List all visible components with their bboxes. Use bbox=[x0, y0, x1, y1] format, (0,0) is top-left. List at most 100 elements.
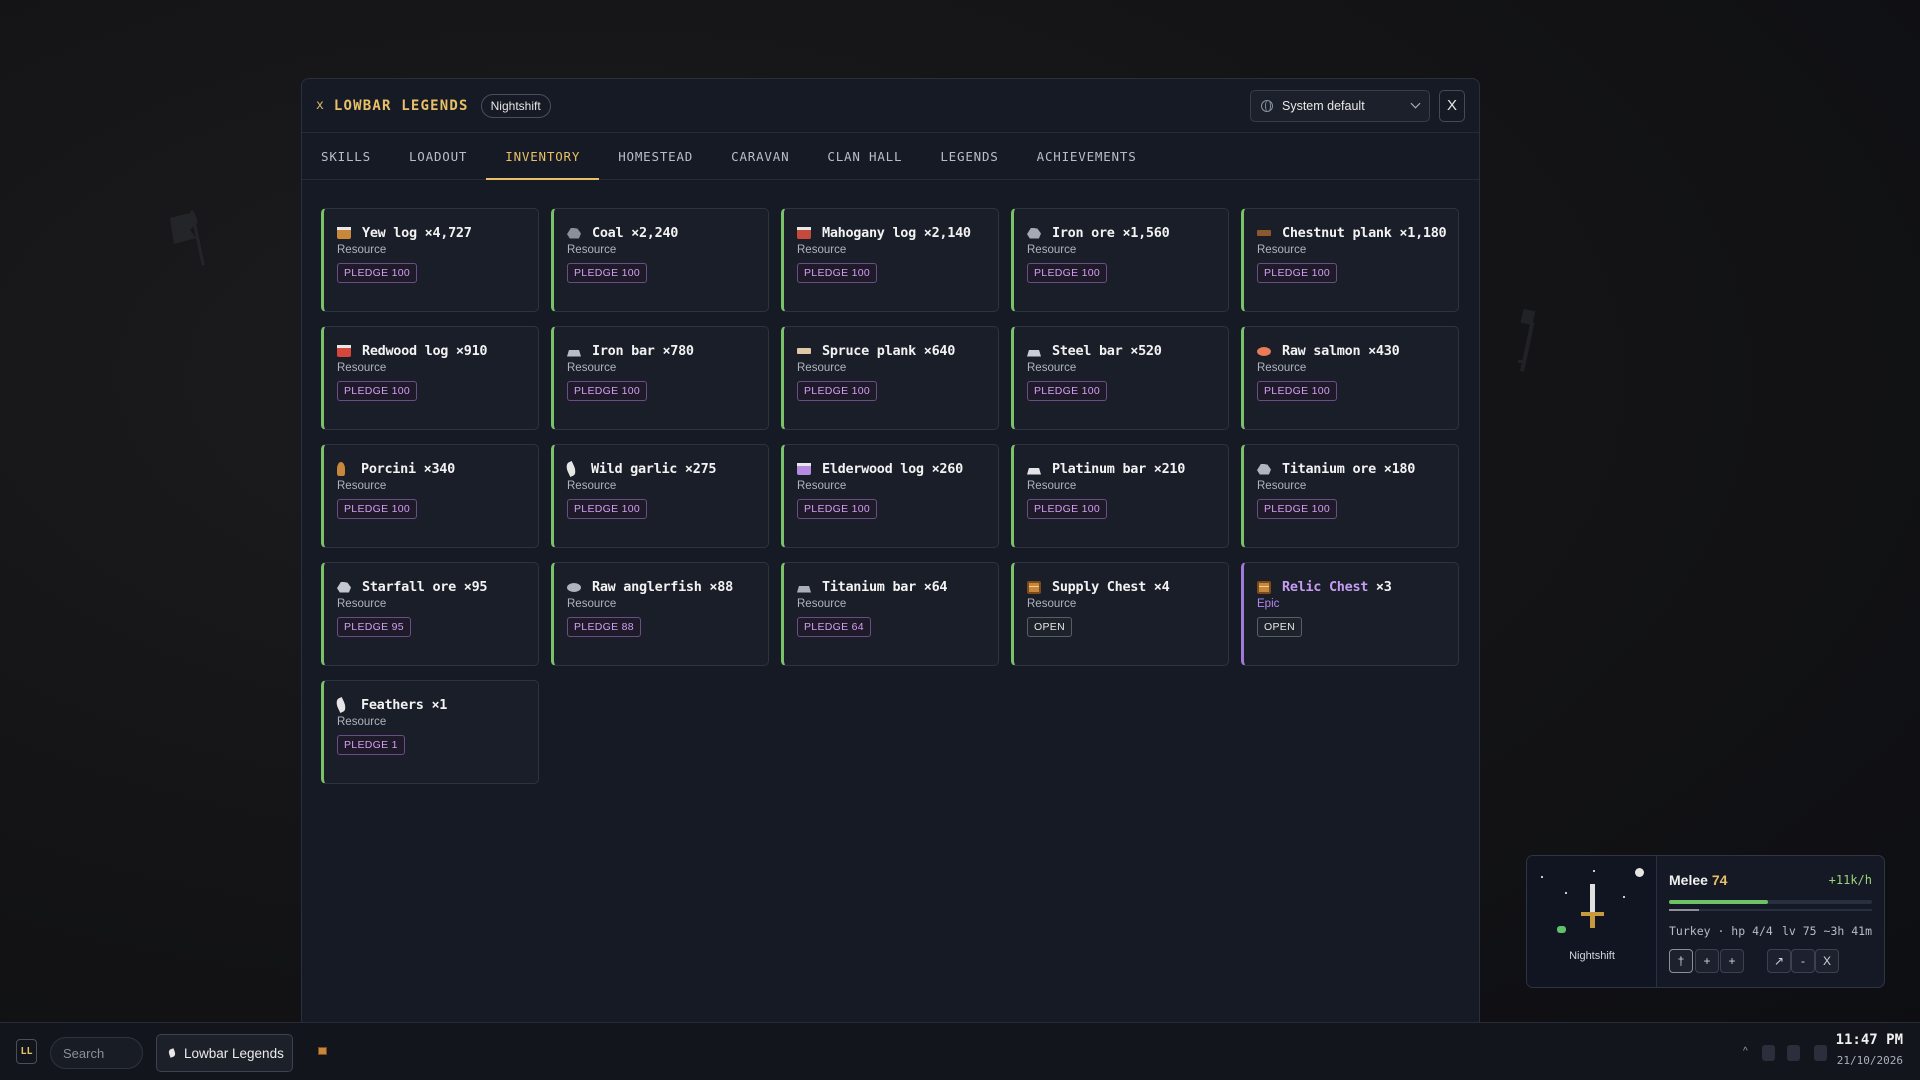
pledge-button[interactable]: PLEDGE 100 bbox=[337, 263, 418, 283]
pledge-button[interactable]: PLEDGE 95 bbox=[337, 617, 411, 637]
log-icon bbox=[797, 227, 811, 239]
tab-caravan[interactable]: CARAVAN bbox=[712, 133, 808, 179]
sword-tool-button[interactable]: † bbox=[1669, 949, 1693, 973]
pledge-button[interactable]: PLEDGE 100 bbox=[1027, 381, 1108, 401]
inventory-item-card[interactable]: Feathers ×1 Resource PLEDGE 1 bbox=[321, 680, 539, 784]
minimize-button[interactable]: - bbox=[1791, 949, 1815, 973]
bar-icon bbox=[797, 585, 811, 593]
tab-achievements[interactable]: ACHIEVEMENTS bbox=[1018, 133, 1156, 179]
inventory-item-card[interactable]: Supply Chest ×4 Resource OPEN bbox=[1011, 562, 1229, 666]
item-category: Resource bbox=[797, 362, 847, 374]
torn-flag-decoration bbox=[170, 210, 205, 266]
pledge-button[interactable]: PLEDGE 100 bbox=[1027, 499, 1108, 519]
star-icon bbox=[1541, 876, 1543, 878]
pledge-button[interactable]: PLEDGE 100 bbox=[1257, 263, 1338, 283]
inventory-item-card[interactable]: Mahogany log ×2,140 Resource PLEDGE 100 bbox=[781, 208, 999, 312]
pledge-button[interactable]: PLEDGE 100 bbox=[1257, 381, 1338, 401]
item-category: Resource bbox=[1027, 480, 1077, 492]
skill-tracker-widget: Nightshift Melee 74 +11k/h Turkey · hp 4… bbox=[1526, 855, 1885, 988]
pledge-button[interactable]: PLEDGE 100 bbox=[337, 499, 418, 519]
pledge-button[interactable]: PLEDGE 100 bbox=[797, 499, 878, 519]
inventory-item-card[interactable]: Titanium ore ×180 Resource PLEDGE 100 bbox=[1241, 444, 1459, 548]
fish-icon bbox=[1257, 346, 1271, 356]
pledge-button[interactable]: PLEDGE 100 bbox=[567, 381, 648, 401]
item-category: Resource bbox=[337, 716, 387, 728]
character-badge[interactable]: Nightshift bbox=[480, 93, 551, 118]
inventory-item-card[interactable]: Spruce plank ×640 Resource PLEDGE 100 bbox=[781, 326, 999, 430]
clock[interactable]: 11:47 PM 21/10/2026 bbox=[1836, 1032, 1903, 1067]
pledge-button[interactable]: PLEDGE 100 bbox=[797, 381, 878, 401]
open-button[interactable]: OPEN bbox=[1257, 617, 1302, 637]
bar-icon bbox=[567, 349, 581, 357]
item-category: Resource bbox=[1257, 244, 1307, 256]
item-name: Steel bar ×520 bbox=[1052, 343, 1162, 359]
close-button[interactable]: X bbox=[1439, 89, 1465, 122]
inventory-item-card[interactable]: Raw salmon ×430 Resource PLEDGE 100 bbox=[1241, 326, 1459, 430]
xp-progress-bar bbox=[1669, 900, 1872, 904]
pledge-button[interactable]: PLEDGE 64 bbox=[797, 617, 871, 637]
tab-skills[interactable]: SKILLS bbox=[302, 133, 390, 179]
tray-expand-icon[interactable]: ^ bbox=[1743, 1046, 1748, 1057]
item-name: Relic Chest ×3 bbox=[1282, 579, 1392, 595]
window-close-x[interactable]: x bbox=[316, 98, 324, 113]
inventory-item-card[interactable]: Raw anglerfish ×88 Resource PLEDGE 88 bbox=[551, 562, 769, 666]
inventory-item-card[interactable]: Iron bar ×780 Resource PLEDGE 100 bbox=[551, 326, 769, 430]
pledge-button[interactable]: PLEDGE 1 bbox=[337, 735, 405, 755]
item-category: Resource bbox=[567, 362, 617, 374]
add-button-1[interactable]: + bbox=[1695, 949, 1719, 973]
pledge-button[interactable]: PLEDGE 100 bbox=[797, 263, 878, 283]
clock-date: 21/10/2026 bbox=[1836, 1054, 1903, 1067]
inventory-item-card[interactable]: Coal ×2,240 Resource PLEDGE 100 bbox=[551, 208, 769, 312]
item-name: Feathers ×1 bbox=[361, 697, 448, 713]
pledge-button[interactable]: PLEDGE 100 bbox=[1027, 263, 1108, 283]
pledge-button[interactable]: PLEDGE 100 bbox=[1257, 499, 1338, 519]
pledge-button[interactable]: PLEDGE 100 bbox=[567, 499, 648, 519]
inventory-item-card[interactable]: Redwood log ×910 Resource PLEDGE 100 bbox=[321, 326, 539, 430]
close-widget-button[interactable]: X bbox=[1815, 949, 1839, 973]
inventory-item-card[interactable]: Porcini ×340 Resource PLEDGE 100 bbox=[321, 444, 539, 548]
item-name: Iron bar ×780 bbox=[592, 343, 694, 359]
key-decoration bbox=[1518, 308, 1536, 372]
tab-inventory[interactable]: INVENTORY bbox=[486, 133, 600, 180]
item-category: Resource bbox=[567, 598, 617, 610]
inventory-item-card[interactable]: Steel bar ×520 Resource PLEDGE 100 bbox=[1011, 326, 1229, 430]
inventory-item-card[interactable]: Chestnut plank ×1,180 Resource PLEDGE 100 bbox=[1241, 208, 1459, 312]
tab-loadout[interactable]: LOADOUT bbox=[390, 133, 486, 179]
ore-icon bbox=[1257, 463, 1271, 475]
inventory-item-card[interactable]: Starfall ore ×95 Resource PLEDGE 95 bbox=[321, 562, 539, 666]
inventory-item-card[interactable]: Yew log ×4,727 Resource PLEDGE 100 bbox=[321, 208, 539, 312]
tray-icon[interactable] bbox=[1762, 1045, 1775, 1061]
sword-icon bbox=[1590, 884, 1595, 914]
tab-legends[interactable]: LEGENDS bbox=[921, 133, 1017, 179]
theme-select[interactable]: System default bbox=[1250, 89, 1430, 122]
pledge-button[interactable]: PLEDGE 88 bbox=[567, 617, 641, 637]
tray-icon[interactable] bbox=[1814, 1045, 1827, 1061]
inventory-item-card[interactable]: Wild garlic ×275 Resource PLEDGE 100 bbox=[551, 444, 769, 548]
tray-icon[interactable] bbox=[1787, 1045, 1800, 1061]
chest-icon[interactable] bbox=[318, 1047, 327, 1055]
theme-select-value: System default bbox=[1282, 98, 1365, 113]
inventory-item-card[interactable]: Elderwood log ×260 Resource PLEDGE 100 bbox=[781, 444, 999, 548]
pledge-button[interactable]: PLEDGE 100 bbox=[567, 263, 648, 283]
taskbar-app-button[interactable]: Lowbar Legends bbox=[156, 1034, 293, 1072]
start-button[interactable]: LL bbox=[16, 1039, 37, 1064]
taskbar-search[interactable]: Search bbox=[50, 1037, 143, 1069]
mushroom-icon bbox=[337, 462, 345, 476]
add-button-2[interactable]: + bbox=[1720, 949, 1744, 973]
expand-button[interactable]: ↗ bbox=[1767, 949, 1791, 973]
pledge-button[interactable]: PLEDGE 100 bbox=[337, 381, 418, 401]
item-name: Coal ×2,240 bbox=[592, 225, 679, 241]
open-button[interactable]: OPEN bbox=[1027, 617, 1072, 637]
inventory-item-card[interactable]: Iron ore ×1,560 Resource PLEDGE 100 bbox=[1011, 208, 1229, 312]
tab-homestead[interactable]: HOMESTEAD bbox=[599, 133, 712, 179]
star-icon bbox=[1623, 896, 1625, 898]
inventory-item-card[interactable]: Relic Chest ×3 Epic OPEN bbox=[1241, 562, 1459, 666]
app-title: LOWBAR LEGENDS bbox=[333, 97, 469, 114]
item-name: Porcini ×340 bbox=[361, 461, 455, 477]
inventory-item-card[interactable]: Platinum bar ×210 Resource PLEDGE 100 bbox=[1011, 444, 1229, 548]
tab-clan-hall[interactable]: CLAN HALL bbox=[808, 133, 921, 179]
feather-icon bbox=[167, 1048, 177, 1058]
item-name: Supply Chest ×4 bbox=[1052, 579, 1170, 595]
inventory-item-card[interactable]: Titanium bar ×64 Resource PLEDGE 64 bbox=[781, 562, 999, 666]
item-name: Starfall ore ×95 bbox=[362, 579, 488, 595]
